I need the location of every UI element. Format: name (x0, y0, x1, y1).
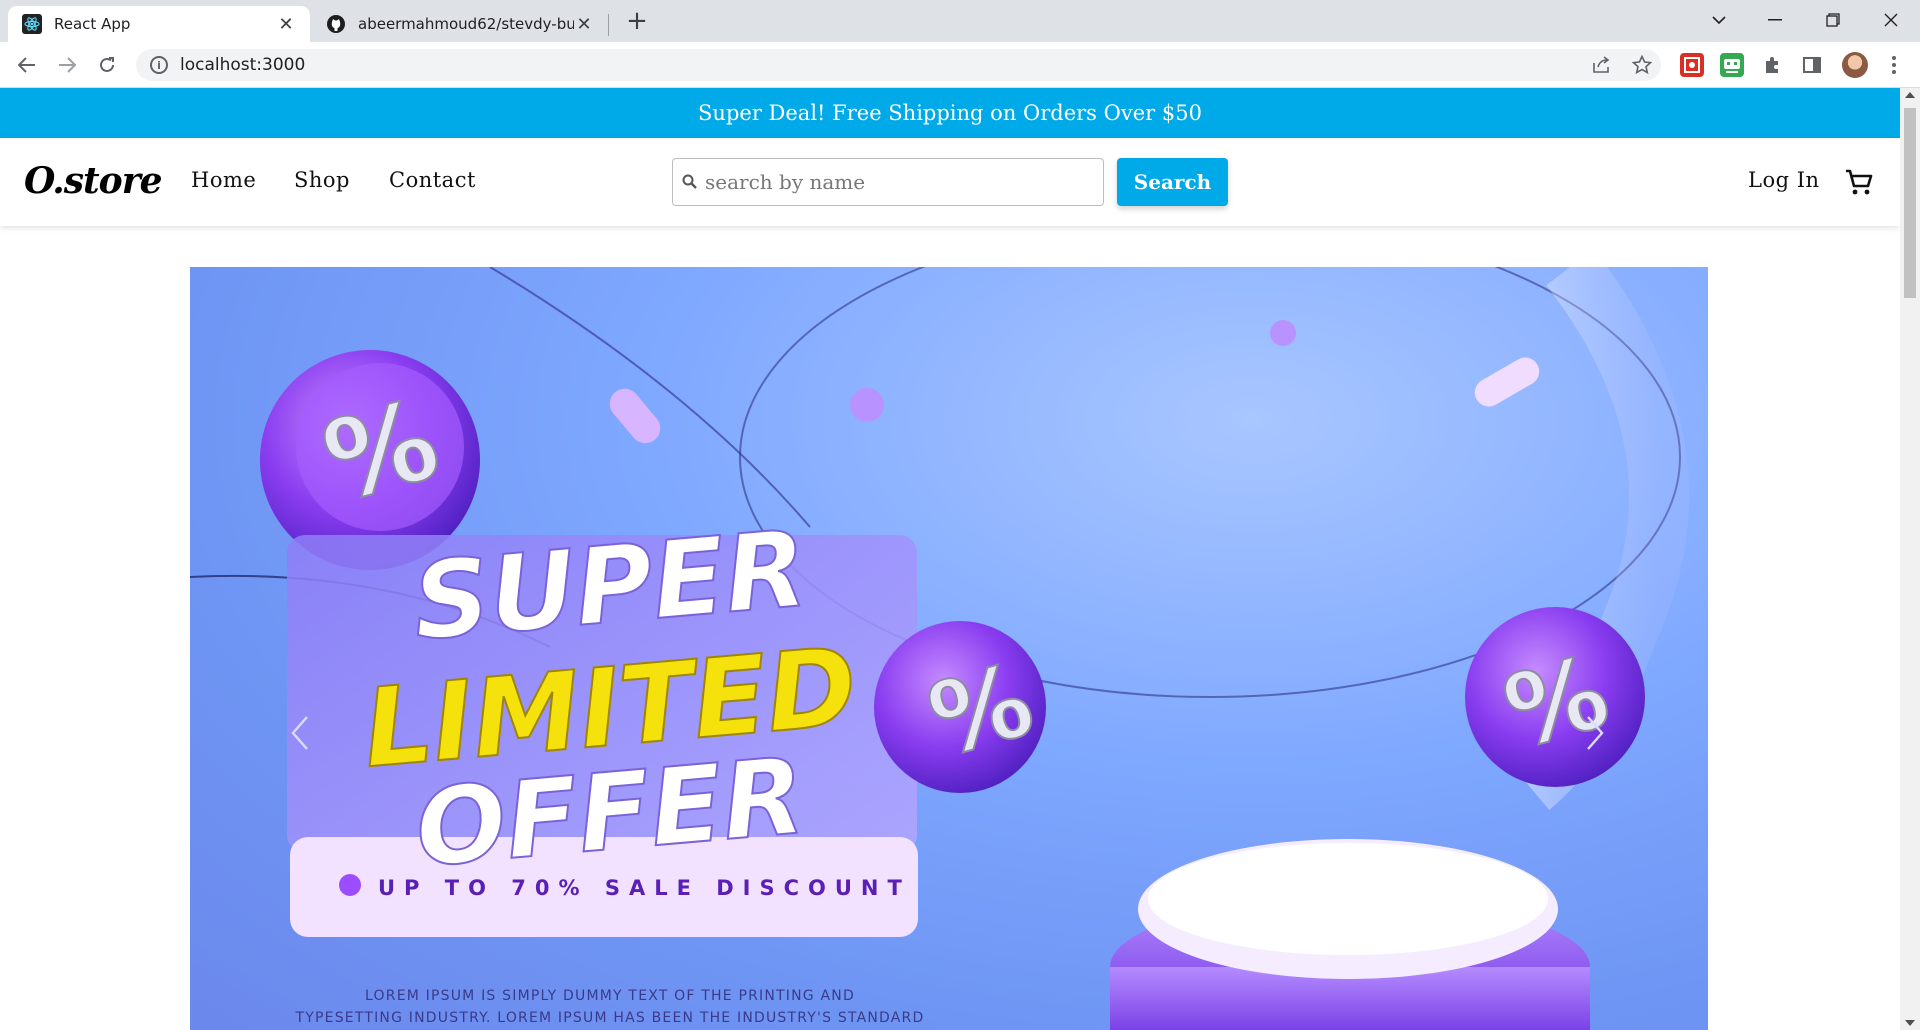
close-icon[interactable]: ✕ (276, 14, 296, 35)
cart-icon[interactable] (1844, 168, 1874, 196)
react-icon (22, 14, 42, 34)
forward-arrow-icon[interactable] (52, 50, 82, 80)
back-arrow-icon[interactable] (12, 50, 42, 80)
tab-search-chevron-icon[interactable] (1696, 0, 1742, 40)
carousel-prev-chevron-icon[interactable] (290, 715, 320, 765)
profile-avatar[interactable] (1842, 52, 1868, 78)
search-box (672, 158, 1104, 206)
scroll-up-icon[interactable] (1905, 92, 1915, 98)
carousel-next-chevron-icon[interactable] (1585, 715, 1615, 765)
hero-lorem-line-2: TYPESETTING INDUSTRY. LOREM IPSUM HAS BE… (295, 1010, 925, 1026)
new-tab-button[interactable]: + (624, 6, 650, 36)
hero-lorem-line-1: LOREM IPSUM IS SIMPLY DUMMY TEXT OF THE … (365, 988, 855, 1004)
github-icon (326, 14, 346, 34)
share-icon[interactable] (1588, 51, 1616, 79)
address-bar[interactable]: i localhost:3000 (136, 49, 1661, 81)
extensions-puzzle-icon[interactable] (1758, 51, 1786, 79)
address-url: localhost:3000 (180, 55, 306, 75)
site-info-icon[interactable]: i (150, 56, 168, 74)
reload-icon[interactable] (92, 50, 122, 80)
search-button[interactable]: Search (1117, 158, 1228, 206)
hero-carousel: % % % SUPER LIMITED OFFER UP TO 70% SALE… (190, 267, 1708, 1030)
hero-discount: UP TO 70% SALE DISCOUNT (378, 876, 911, 900)
promo-banner: Super Deal! Free Shipping on Orders Over… (0, 88, 1900, 138)
browser-toolbar: i localhost:3000 (0, 42, 1920, 88)
site-logo[interactable]: O.store (24, 160, 163, 202)
search-icon (681, 173, 699, 191)
green-extension-icon[interactable] (1720, 53, 1744, 77)
login-link[interactable]: Log In (1748, 168, 1820, 192)
scrollbar-thumb[interactable] (1904, 108, 1916, 298)
bookmark-star-icon[interactable] (1628, 51, 1656, 79)
tab-title: abeermahmoud62/stevdy-busine (358, 15, 574, 33)
tab-title: React App (54, 15, 131, 33)
tab-github[interactable]: abeermahmoud62/stevdy-busine ✕ (312, 6, 608, 42)
minimize-button[interactable] (1752, 0, 1798, 40)
tab-react-app[interactable]: React App ✕ (8, 6, 310, 42)
scroll-down-icon[interactable] (1905, 1020, 1915, 1026)
browser-tab-strip: React App ✕ abeermahmoud62/stevdy-busine… (0, 0, 1920, 42)
close-icon[interactable]: ✕ (574, 14, 594, 35)
close-window-button[interactable] (1868, 0, 1914, 40)
restore-button[interactable] (1810, 0, 1856, 40)
red-extension-icon[interactable] (1680, 53, 1704, 77)
hero-banner-image: % % % SUPER LIMITED OFFER UP TO 70% SALE… (190, 267, 1690, 1030)
side-panel-icon[interactable] (1798, 51, 1826, 79)
search-input[interactable] (705, 170, 1095, 194)
site-navbar: O.store Home Shop Contact Search Log In (0, 138, 1900, 226)
tab-divider (608, 14, 609, 36)
browser-menu-icon[interactable] (1884, 52, 1904, 78)
page-scrollbar[interactable] (1900, 88, 1920, 1030)
nav-link-contact[interactable]: Contact (389, 168, 476, 192)
nav-link-shop[interactable]: Shop (294, 168, 350, 192)
promo-text: Super Deal! Free Shipping on Orders Over… (698, 101, 1202, 125)
web-page: Super Deal! Free Shipping on Orders Over… (0, 88, 1900, 1030)
nav-link-home[interactable]: Home (191, 168, 256, 192)
